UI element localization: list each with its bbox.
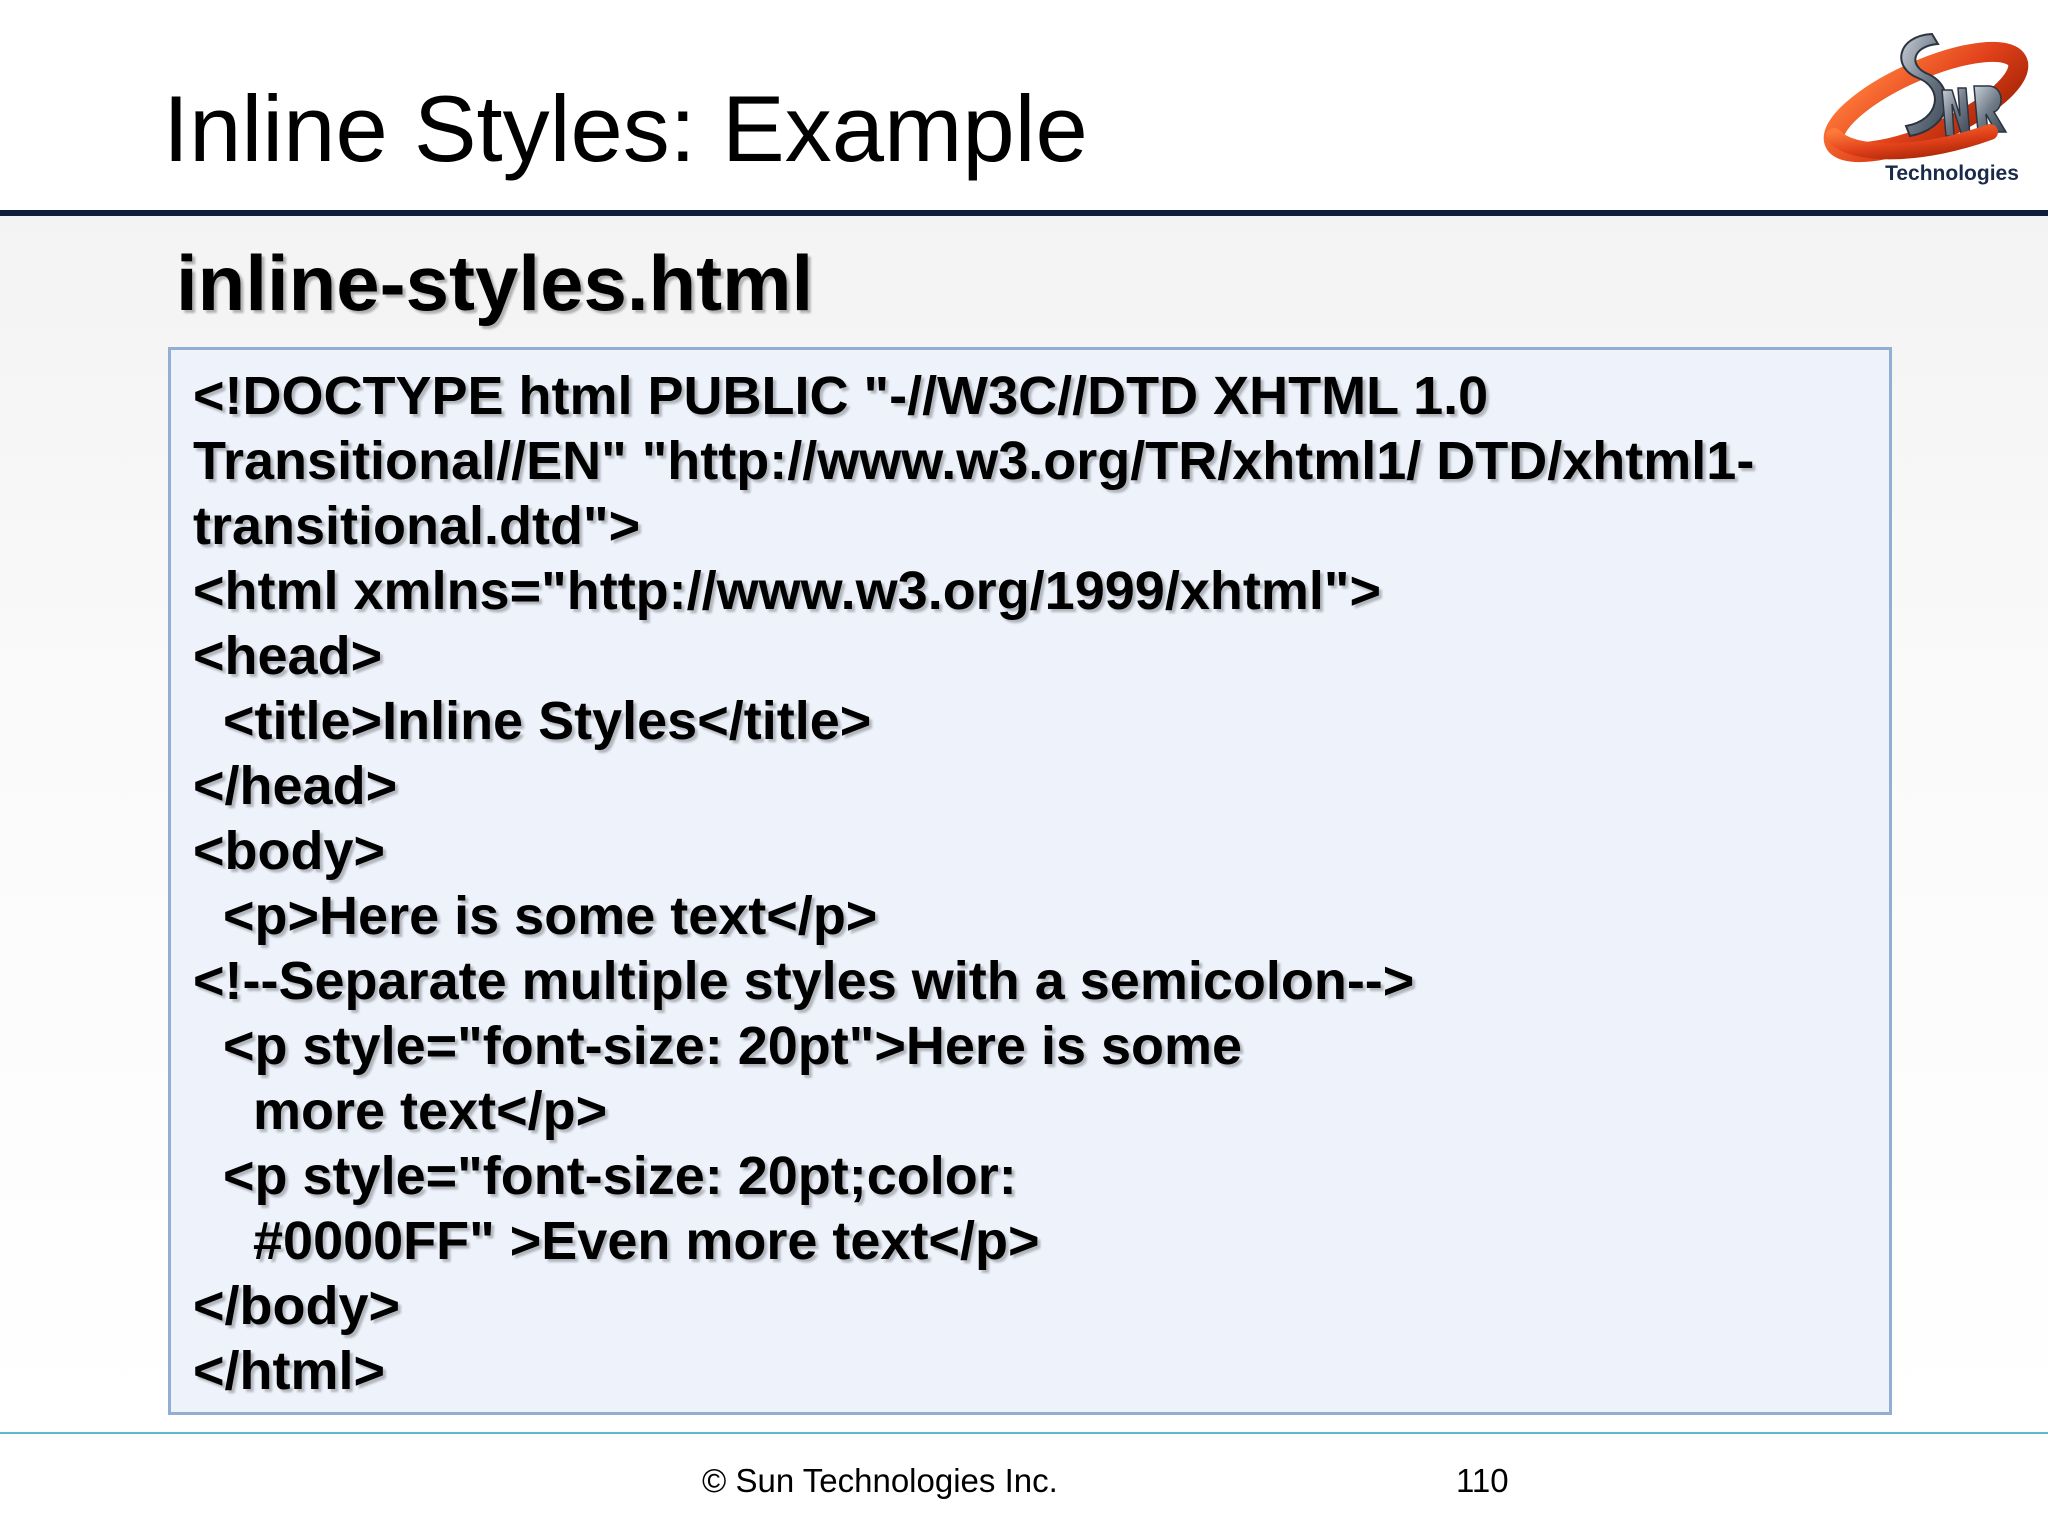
slide-title: Inline Styles: Example	[163, 76, 1088, 181]
footer-divider	[0, 1432, 2048, 1434]
page-number: 110	[1456, 1462, 1509, 1499]
code-line: </head>	[193, 756, 398, 816]
code-line: <body>	[193, 821, 386, 881]
code-line: <!DOCTYPE html PUBLIC "-//W3C//DTD XHTML…	[193, 366, 1489, 426]
file-name-heading: inline-styles.html	[176, 239, 814, 327]
title-divider	[0, 210, 2048, 216]
code-line: <html xmlns="http://www.w3.org/1999/xhtm…	[193, 561, 1381, 621]
footer-copyright: © Sun Technologies Inc.	[702, 1462, 1058, 1499]
code-line: <p>Here is some text</p>	[193, 886, 878, 946]
code-line: Transitional//EN" "http://www.w3.org/TR/…	[193, 431, 1755, 491]
code-line: transitional.dtd">	[193, 496, 641, 556]
code-line: <p style="font-size: 20pt;color:	[193, 1146, 1017, 1206]
code-line: </html>	[193, 1341, 386, 1401]
code-line: more text</p>	[193, 1081, 608, 1141]
code-line: <head>	[193, 626, 383, 686]
logo-emblem-icon	[1823, 32, 2029, 163]
code-line: <title>Inline Styles</title>	[193, 691, 872, 751]
code-line: <p style="font-size: 20pt">Here is some	[193, 1016, 1243, 1076]
code-block: <!DOCTYPE html PUBLIC "-//W3C//DTD XHTML…	[168, 347, 1892, 1415]
code-line: #0000FF" >Even more text</p>	[193, 1211, 1040, 1271]
code-line: <!--Separate multiple styles with a semi…	[193, 951, 1415, 1011]
logo-text: Technologies	[1885, 162, 2019, 185]
code-line: </body>	[193, 1276, 401, 1336]
sun-technologies-logo: Technologies	[1823, 32, 2029, 185]
